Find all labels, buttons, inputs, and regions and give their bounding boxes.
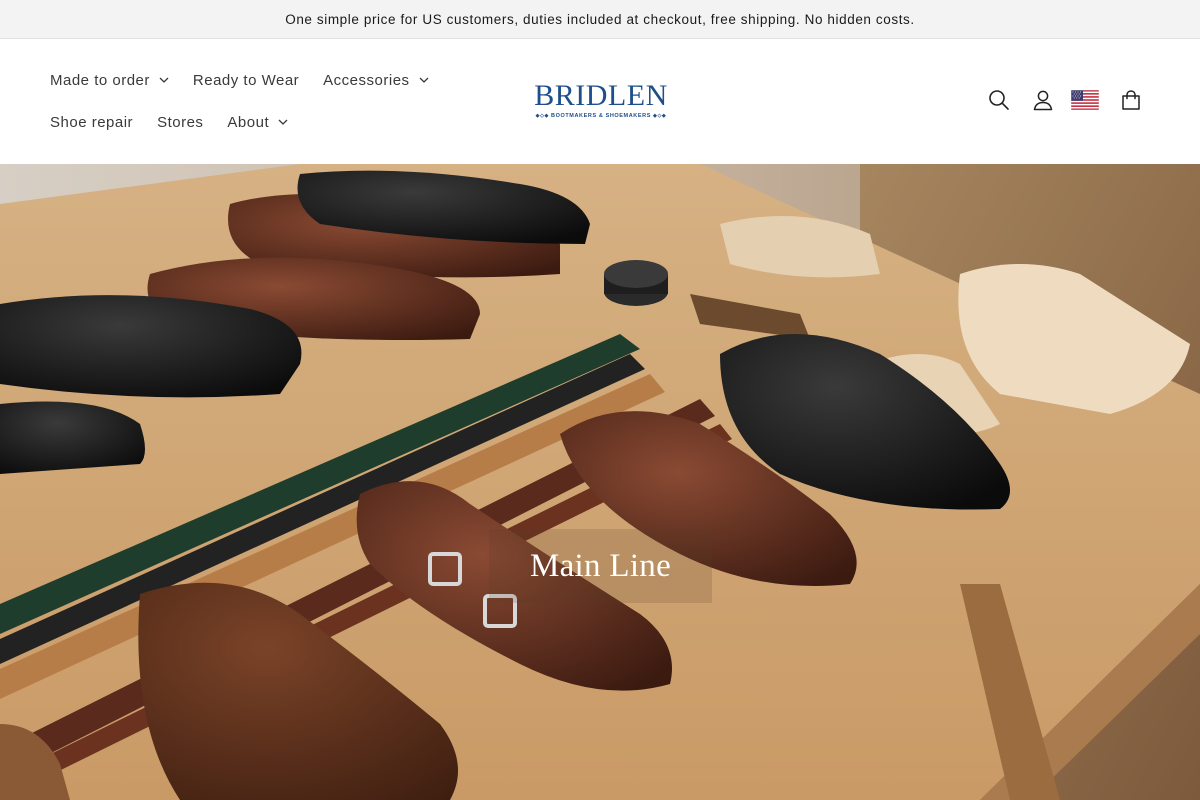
cart-icon[interactable] (1116, 85, 1146, 115)
announcement-text: One simple price for US customers, dutie… (285, 11, 915, 27)
site-header: Made to order Ready to Wear Accessories … (0, 39, 1200, 164)
account-icon[interactable] (1028, 85, 1058, 115)
nav-item-about[interactable]: About (215, 110, 300, 134)
nav-item-made-to-order[interactable]: Made to order (38, 68, 181, 92)
ornament-icon: ◆◇◆ (535, 113, 550, 119)
hero-banner[interactable]: Main Line (0, 164, 1200, 800)
search-icon[interactable] (984, 85, 1014, 115)
nav-row-primary: Made to order Ready to Wear Accessories (38, 68, 441, 92)
chevron-down-icon (419, 75, 429, 85)
logo-tagline-row: ◆◇◆ BOOTMAKERS & SHOEMAKERS ◆◇◆ (534, 113, 668, 119)
hero-label: Main Line (529, 547, 672, 584)
brand-logo[interactable]: BRIDLEN ◆◇◆ BOOTMAKERS & SHOEMAKERS ◆◇◆ (534, 81, 668, 123)
nav-label: Stores (157, 113, 204, 131)
hero-label-box[interactable]: Main Line (489, 529, 712, 603)
nav-label: About (227, 113, 270, 131)
ornament-icon: ◆◇◆ (653, 113, 667, 119)
us-flag-icon[interactable] (1070, 89, 1100, 111)
nav-row-secondary: Shoe repair Stores About (38, 110, 300, 134)
logo-wordmark: BRIDLEN (534, 79, 668, 112)
announcement-bar: One simple price for US customers, dutie… (0, 0, 1200, 39)
chevron-down-icon (159, 75, 169, 85)
nav-item-ready-to-wear[interactable]: Ready to Wear (181, 68, 311, 92)
nav-item-shoe-repair[interactable]: Shoe repair (38, 110, 145, 134)
nav-item-accessories[interactable]: Accessories (311, 68, 440, 92)
nav-label: Ready to Wear (192, 71, 300, 89)
hero-image (0, 164, 1200, 800)
logo-tagline: BOOTMAKERS & SHOEMAKERS (551, 113, 651, 119)
nav-label: Accessories (323, 71, 410, 89)
nav-label: Made to order (50, 71, 150, 89)
chevron-down-icon (278, 117, 288, 127)
nav-label: Shoe repair (50, 113, 134, 131)
header-icons (984, 85, 1146, 115)
nav-item-stores[interactable]: Stores (145, 110, 215, 134)
